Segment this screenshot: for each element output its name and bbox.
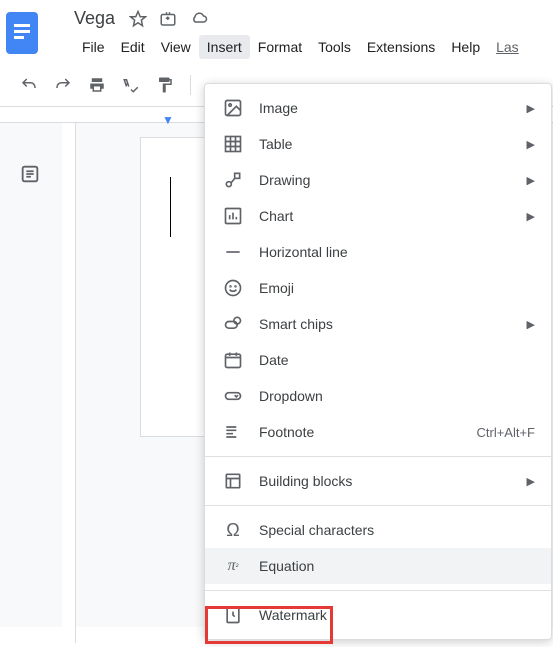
menu-separator — [205, 590, 551, 591]
menu-item-chart[interactable]: Chart ▶ — [205, 198, 551, 234]
undo-button[interactable] — [16, 72, 42, 98]
menubar: File Edit View Insert Format Tools Exten… — [44, 29, 553, 59]
chevron-right-icon: ▶ — [527, 138, 535, 151]
menu-label: Smart chips — [259, 316, 527, 332]
omega-icon: Ω — [221, 518, 245, 542]
tab-marker-icon[interactable]: ▼ — [162, 113, 174, 127]
emoji-icon — [221, 276, 245, 300]
menu-insert[interactable]: Insert — [199, 35, 250, 59]
redo-button[interactable] — [50, 72, 76, 98]
menu-label: Footnote — [259, 424, 476, 440]
date-icon — [221, 348, 245, 372]
cloud-icon[interactable] — [189, 10, 209, 28]
menu-tools[interactable]: Tools — [310, 35, 359, 59]
spellcheck-button[interactable] — [118, 72, 144, 98]
menu-item-horizontal-line[interactable]: Horizontal line — [205, 234, 551, 270]
move-icon[interactable] — [159, 10, 177, 28]
menu-item-dropdown[interactable]: Dropdown — [205, 378, 551, 414]
print-button[interactable] — [84, 72, 110, 98]
menu-item-watermark[interactable]: Watermark — [205, 597, 551, 633]
menu-extensions[interactable]: Extensions — [359, 35, 443, 59]
menu-label: Table — [259, 136, 527, 152]
menu-item-drawing[interactable]: Drawing ▶ — [205, 162, 551, 198]
format-paint-button[interactable] — [152, 72, 178, 98]
insert-menu-dropdown: Image ▶ Table ▶ Drawing ▶ Chart ▶ Horizo… — [204, 83, 552, 640]
chart-icon — [221, 204, 245, 228]
menu-item-building-blocks[interactable]: Building blocks ▶ — [205, 463, 551, 499]
chevron-right-icon: ▶ — [527, 210, 535, 223]
menu-item-footnote[interactable]: Footnote Ctrl+Alt+F — [205, 414, 551, 450]
menu-item-image[interactable]: Image ▶ — [205, 90, 551, 126]
footnote-icon — [221, 420, 245, 444]
menu-separator — [205, 505, 551, 506]
text-cursor — [170, 177, 171, 237]
equation-icon: π² — [221, 554, 245, 578]
menu-edit[interactable]: Edit — [113, 35, 153, 59]
toolbar-separator — [190, 75, 191, 95]
vertical-ruler[interactable] — [62, 123, 76, 643]
menu-file[interactable]: File — [74, 35, 113, 59]
menu-format[interactable]: Format — [250, 35, 310, 59]
menu-help[interactable]: Help — [443, 35, 488, 59]
table-icon — [221, 132, 245, 156]
outline-icon[interactable] — [19, 163, 41, 647]
menu-item-smart-chips[interactable]: Smart chips ▶ — [205, 306, 551, 342]
menu-item-special-characters[interactable]: Ω Special characters — [205, 512, 551, 548]
menu-label: Equation — [259, 558, 535, 574]
image-icon — [221, 96, 245, 120]
menu-view[interactable]: View — [153, 35, 199, 59]
menu-separator — [205, 456, 551, 457]
chevron-right-icon: ▶ — [527, 102, 535, 115]
menu-item-table[interactable]: Table ▶ — [205, 126, 551, 162]
menu-label: Horizontal line — [259, 244, 535, 260]
menu-label: Date — [259, 352, 535, 368]
menu-item-emoji[interactable]: Emoji — [205, 270, 551, 306]
menu-last-edit[interactable]: Las — [488, 35, 527, 59]
drawing-icon — [221, 168, 245, 192]
menu-label: Special characters — [259, 522, 535, 538]
dropdown-icon — [221, 384, 245, 408]
chevron-right-icon: ▶ — [527, 318, 535, 331]
menu-label: Dropdown — [259, 388, 535, 404]
docs-logo-icon — [6, 12, 38, 54]
chevron-right-icon: ▶ — [527, 475, 535, 488]
menu-label: Chart — [259, 208, 527, 224]
menu-label: Building blocks — [259, 473, 527, 489]
menu-label: Drawing — [259, 172, 527, 188]
horizontal-line-icon — [221, 240, 245, 264]
chevron-right-icon: ▶ — [527, 174, 535, 187]
menu-item-date[interactable]: Date — [205, 342, 551, 378]
left-gutter — [0, 127, 60, 647]
doc-title[interactable]: Vega — [74, 8, 115, 29]
menu-item-equation[interactable]: π² Equation — [205, 548, 551, 584]
menu-label: Image — [259, 100, 527, 116]
smart-chips-icon — [221, 312, 245, 336]
menu-label: Watermark — [259, 607, 535, 623]
menu-label: Emoji — [259, 280, 535, 296]
star-icon[interactable] — [129, 10, 147, 28]
menu-shortcut: Ctrl+Alt+F — [476, 425, 535, 440]
watermark-icon — [221, 603, 245, 627]
header: Vega File Edit View Insert Format Tools … — [0, 0, 553, 64]
building-blocks-icon — [221, 469, 245, 493]
docs-logo[interactable] — [0, 8, 44, 64]
